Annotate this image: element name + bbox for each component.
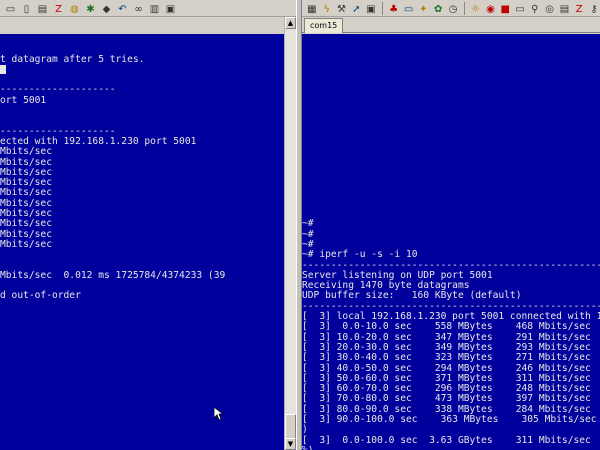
box-icon[interactable]: ▣ — [164, 2, 177, 15]
grid-icon[interactable]: ▦ — [306, 2, 318, 15]
scrollbar-thumb[interactable] — [285, 414, 296, 439]
undo-icon[interactable]: ↶ — [116, 2, 129, 15]
gear-icon[interactable]: ✿ — [432, 2, 444, 15]
stop-icon[interactable]: ■ — [499, 2, 511, 15]
page-icon[interactable]: ▤ — [36, 2, 49, 15]
left-terminal-output: t datagram after 5 tries. ---------------… — [0, 53, 284, 302]
mouse-pointer-icon — [214, 407, 223, 421]
star-icon[interactable]: ✦ — [417, 2, 429, 15]
session-tab-bar: com15 — [302, 17, 600, 33]
tab-com15[interactable]: com15 — [304, 18, 344, 33]
terminal-line: Mbits/sec — [0, 238, 52, 250]
scroll-up-button[interactable]: ▲ — [285, 17, 296, 29]
left-vertical-scrollbar[interactable]: ▲ ▼ — [284, 17, 296, 450]
terminal-line: ~# — [302, 218, 314, 230]
tree-icon[interactable]: ♣ — [388, 2, 400, 15]
link-icon[interactable]: ∞ — [132, 2, 145, 15]
target-icon[interactable]: ◉ — [485, 2, 497, 15]
box-icon[interactable]: ▣ — [365, 2, 377, 15]
terminal-icon[interactable]: ▭ — [514, 2, 526, 15]
left-toolbar: ▭ ▯ ▤ Z ◍ ✱ ◆ ↶ ∞ ▥ ▣ — [0, 0, 298, 17]
terminal-line: [ 3] 0.0-100.0 sec 3.63 GBytes 311 Mbits… — [302, 434, 591, 446]
terminal-line: t datagram after 5 tries. — [0, 53, 145, 65]
scroll-down-button[interactable]: ▼ — [285, 438, 296, 450]
doc-icon[interactable]: ▯ — [20, 2, 33, 15]
right-toolbar: ▦ ϟ ⚒ ➚ ▣ ♣ ▭ ✦ ✿ ◷ ☼ ◉ ■ ▭ ⚲ ◎ ▤ Z ⚷ — [302, 0, 600, 17]
key-icon[interactable]: ⚷ — [588, 2, 600, 15]
terminal-line: [ 3] 30.0-40.0 sec 323 MBytes 271 Mbits/… — [302, 352, 591, 364]
right-terminal[interactable]: ~# ~# ~# ~# iperf -u -s -i 10 --------------… — [302, 34, 600, 450]
doc2-icon[interactable]: ▥ — [148, 2, 161, 15]
link-icon[interactable]: ⚲ — [529, 2, 541, 15]
toolbar-separator — [381, 1, 383, 15]
wrench-icon[interactable]: ⚒ — [336, 2, 348, 15]
terminal-line: ~# iperf -u -s -i 10 — [302, 249, 418, 261]
terminal-line — [0, 64, 284, 75]
terminal-line: ~# — [302, 228, 314, 240]
diamond-icon[interactable]: ◆ — [100, 2, 113, 15]
terminal-line: [ 3] 90.0-100.0 sec 363 MBytes 305 Mbits… — [302, 413, 597, 425]
flash-icon[interactable]: ϟ — [321, 2, 333, 15]
z-icon[interactable]: Z — [573, 2, 585, 15]
stamp-icon[interactable]: ◍ — [68, 2, 81, 15]
toolbar-separator — [463, 1, 465, 15]
doc-icon[interactable]: ▤ — [559, 2, 571, 15]
terminal-line: %) — [302, 445, 600, 450]
clock-icon[interactable]: ◷ — [447, 2, 459, 15]
right-terminal-output: ~# ~# ~# ~# iperf -u -s -i 10 --------------… — [302, 55, 600, 450]
arrow-icon[interactable]: ➚ — [350, 2, 362, 15]
terminal-line: Mbits/sec 0.012 ms 1725784/4374233 (39 — [0, 269, 226, 281]
drive-icon[interactable]: ▭ — [4, 2, 17, 15]
monitor-icon[interactable]: ▭ — [403, 2, 415, 15]
left-terminal[interactable]: t datagram after 5 tries. ---------------… — [0, 34, 284, 450]
z-icon[interactable]: Z — [52, 2, 65, 15]
text-cursor — [0, 64, 6, 74]
search-icon[interactable]: ◎ — [544, 2, 556, 15]
terminal-line: ort 5001 — [0, 94, 47, 106]
sun-icon[interactable]: ☼ — [470, 2, 482, 15]
terminal-line: d out-of-order — [0, 290, 81, 302]
gear-icon[interactable]: ✱ — [84, 2, 97, 15]
